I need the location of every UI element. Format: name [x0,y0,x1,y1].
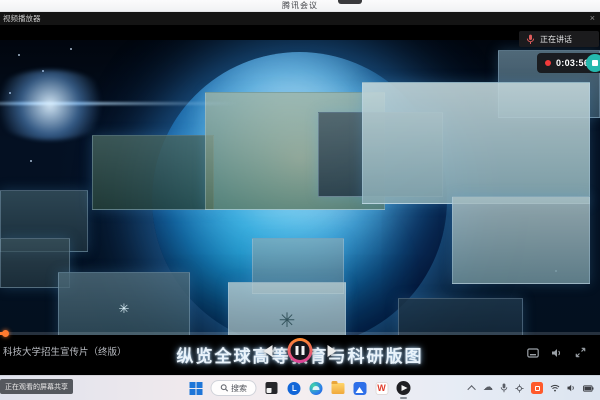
battery-icon[interactable] [583,385,594,392]
meeting-titlebar: 腾讯会议 [0,0,600,12]
university-emblem-icon: ✳ [279,311,296,331]
screen-share-label: 正在观看的屏幕共享 [5,382,68,392]
star [30,160,32,162]
drone-diagram-icon: ✳ [119,302,130,315]
taskbar-app-snipping[interactable] [265,381,279,395]
progress-bar[interactable] [0,332,600,335]
taskbar-tray: ☁ [470,376,594,400]
tray-microphone-icon[interactable] [500,383,508,393]
video-area[interactable]: ✳ ✳ 纵览全球高等教育与科研版图 科技大学招生宣传片（终版） [0,25,600,375]
progress-knob[interactable] [2,330,9,337]
video-frame: ✳ ✳ [0,40,600,335]
fullscreen-icon[interactable] [575,347,586,358]
video-thumbnail [398,298,523,335]
tray-recorder-app-icon[interactable] [531,382,543,394]
video-thumbnail [92,135,214,210]
taskbar-app-wps[interactable]: W [375,381,389,395]
player-filename: 科技大学招生宣传片（终版） [3,344,127,358]
pause-button[interactable] [288,338,313,363]
volume-icon[interactable] [551,348,563,358]
pause-icon [291,341,310,360]
screen-share-banner: 正在观看的屏幕共享 [0,379,73,394]
taskbar-app-clock[interactable] [287,381,301,395]
meeting-titlebar-handle[interactable] [338,0,362,4]
taskbar-search[interactable]: 搜索 [211,380,257,396]
previous-icon[interactable] [264,345,273,357]
windows-start-button[interactable] [190,382,203,395]
taskbar: 搜索 W ☁ [0,375,600,400]
player-app-title: 视频播放器 [0,13,41,24]
star [70,48,72,50]
close-icon[interactable]: × [590,12,595,25]
video-thumbnail: ✳ [58,272,190,335]
video-thumbnail [452,196,590,284]
volume-tray-icon[interactable] [567,384,576,392]
playlist-icon[interactable] [527,348,539,358]
playback-controls [264,338,337,363]
cloud-icon[interactable]: ☁ [483,383,493,393]
next-icon[interactable] [328,345,337,357]
player-right-controls [527,347,586,358]
player-titlebar: 视频播放器 × [0,12,600,25]
video-thumbnail [362,82,590,204]
star [18,54,20,56]
speaking-label: 正在讲话 [540,34,572,45]
speaking-indicator: 正在讲话 [519,31,599,47]
taskbar-app-edge[interactable] [309,381,323,395]
microphone-icon [526,34,535,45]
recording-time: 0:03:56 [556,58,589,68]
recording-dot-icon [545,60,551,66]
video-thumbnail: ✳ [228,282,346,335]
stop-recording-button[interactable] [586,54,600,72]
meeting-title: 腾讯会议 [282,0,318,11]
screenshot-root: 腾讯会议 视频播放器 × [0,0,600,400]
search-icon [220,384,228,392]
taskbar-app-media-player[interactable] [397,381,411,395]
tray-settings-icon[interactable] [515,384,524,393]
taskbar-app-file-explorer[interactable] [331,381,345,395]
search-label: 搜索 [231,383,247,394]
wifi-icon[interactable] [550,384,560,392]
taskbar-app-cloud-drive[interactable] [353,381,367,395]
stop-icon [592,60,598,66]
taskbar-center: 搜索 W [190,376,411,400]
tray-chevron-up-icon[interactable] [467,385,475,393]
